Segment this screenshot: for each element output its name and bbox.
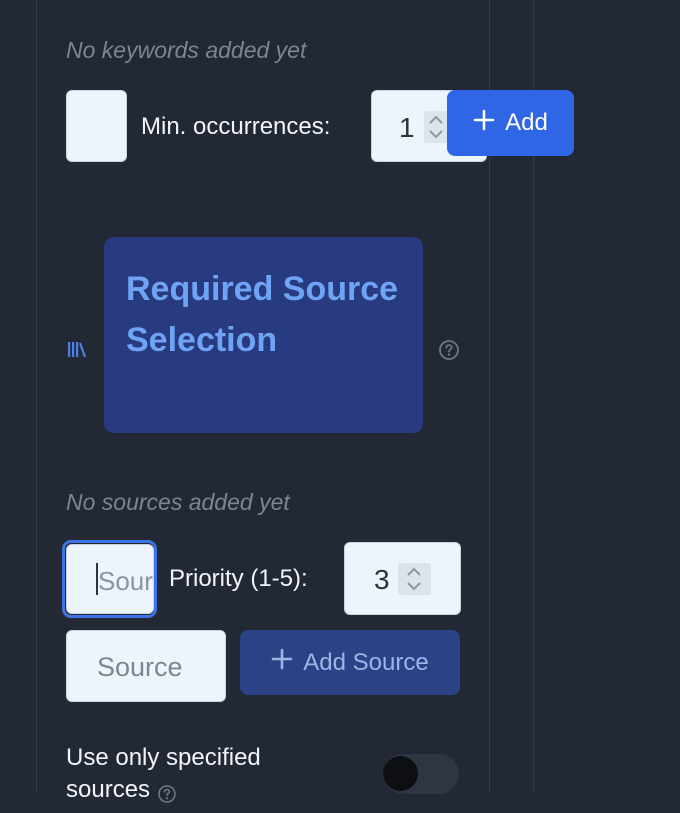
spinner-arrows-icon bbox=[429, 115, 443, 139]
add-keyword-button[interactable]: Add bbox=[447, 90, 574, 156]
panel-left-border bbox=[36, 0, 37, 792]
toggle-knob bbox=[383, 756, 418, 791]
min-occurrences-label: Min. occurrences: bbox=[141, 113, 331, 140]
library-icon bbox=[67, 339, 87, 359]
help-circle-icon[interactable] bbox=[438, 339, 460, 361]
source-name-placeholder: Source bbox=[98, 566, 153, 596]
source-section-title: Required Source Selection bbox=[126, 270, 399, 359]
source-input-placeholder: Source bbox=[97, 652, 183, 682]
min-occurrences-value: 1 bbox=[399, 112, 415, 143]
priority-stepper[interactable]: 3 bbox=[344, 542, 461, 615]
priority-spinner[interactable] bbox=[398, 563, 431, 595]
min-occurrences-spinner[interactable] bbox=[424, 111, 448, 143]
add-source-label: Add Source bbox=[303, 648, 429, 676]
help-circle-icon[interactable] bbox=[157, 781, 177, 803]
use-only-specified-sources-toggle[interactable] bbox=[383, 754, 459, 794]
priority-label: Priority (1-5): bbox=[169, 565, 308, 592]
plus-icon bbox=[271, 648, 293, 677]
use-only-specified-sources-label: Use only specified sources bbox=[66, 742, 326, 806]
keywords-empty-message: No keywords added yet bbox=[66, 37, 307, 63]
add-keyword-label: Add bbox=[505, 109, 548, 136]
spinner-arrows-icon bbox=[407, 567, 421, 591]
priority-value: 3 bbox=[374, 564, 390, 595]
source-name-input[interactable]: Source bbox=[66, 544, 154, 614]
plus-icon bbox=[473, 109, 495, 138]
add-source-button[interactable]: Add Source bbox=[240, 630, 460, 695]
source-section-header: Required Source Selection bbox=[104, 237, 423, 433]
sources-empty-message: No sources added yet bbox=[66, 489, 290, 515]
source-input[interactable]: Source bbox=[66, 630, 226, 702]
keyword-input[interactable] bbox=[66, 90, 127, 162]
